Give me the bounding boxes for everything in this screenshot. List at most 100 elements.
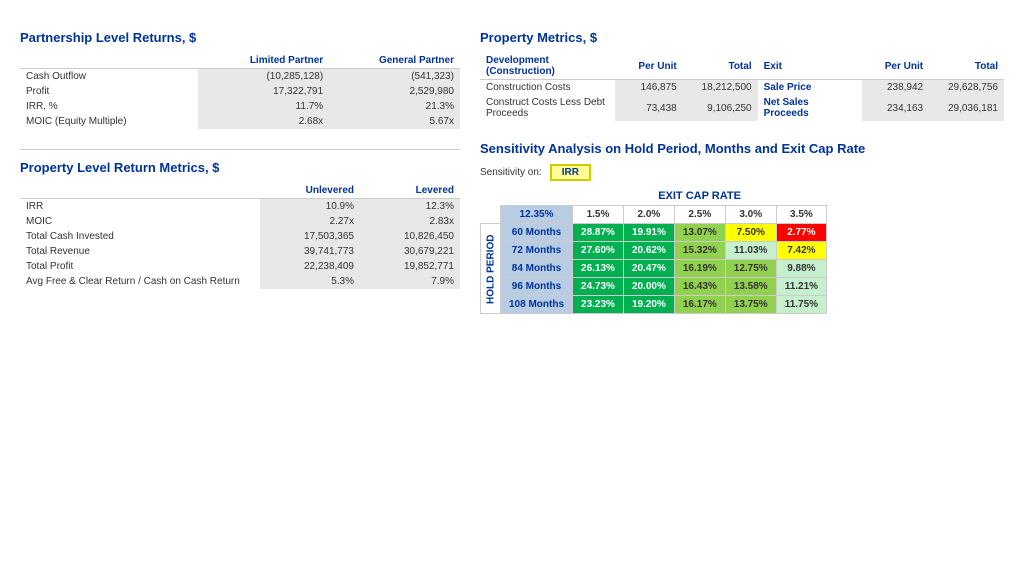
sensitivity-section: Sensitivity Analysis on Hold Period, Mon…: [480, 141, 1004, 314]
cap-rate-header: 12.35%: [501, 206, 573, 224]
partnership-col2-header: General Partner: [329, 53, 460, 69]
partnership-col1-header: Limited Partner: [198, 53, 329, 69]
row-label: Cash Outflow: [20, 69, 198, 85]
table-row: Total Revenue 39,741,773 30,679,221: [20, 244, 460, 259]
sensitivity-wrapper: EXIT CAP RATE 12.35%1.5%2.0%2.5%3.0%3.5%…: [480, 187, 1004, 314]
sensitivity-value: 19.20%: [623, 296, 674, 314]
sensitivity-value: 20.62%: [623, 242, 674, 260]
row-label: Total Cash Invested: [20, 229, 260, 244]
row-val1: 17,503,365: [260, 229, 360, 244]
sensitivity-value: 7.42%: [776, 242, 826, 260]
sensitivity-value: 13.58%: [725, 278, 776, 296]
row-label: MOIC: [20, 214, 260, 229]
row-val2: (541,323): [329, 69, 460, 85]
dev-per-unit-header: Per Unit: [615, 53, 682, 80]
exit-per-unit-header: Per Unit: [862, 53, 929, 80]
row-val1: 2.68x: [198, 114, 329, 129]
dev-construction-header: Development (Construction): [480, 53, 615, 80]
cap-rate-header: 3.0%: [725, 206, 776, 224]
sensitivity-value: 27.60%: [573, 242, 624, 260]
sensitivity-value: 11.75%: [776, 296, 826, 314]
exit-header: Exit: [758, 53, 862, 80]
row-val1: 22,238,409: [260, 259, 360, 274]
sensitivity-value: 23.23%: [573, 296, 624, 314]
hold-period-label: HOLD PERIOD: [481, 224, 501, 314]
sensitivity-value: 13.07%: [674, 224, 725, 242]
sensitivity-data-row: 72 Months27.60%20.62%15.32%11.03%7.42%: [481, 242, 827, 260]
sensitivity-value: 15.32%: [674, 242, 725, 260]
dev-label: Construct Costs Less Debt Proceeds: [480, 95, 615, 121]
dev-val1: 146,875: [615, 80, 682, 96]
empty-cell: [481, 187, 573, 206]
row-val1: 11.7%: [198, 99, 329, 114]
sensitivity-value: 16.19%: [674, 260, 725, 278]
row-val1: 17,322,791: [198, 84, 329, 99]
row-label: Avg Free & Clear Return / Cash on Cash R…: [20, 274, 260, 289]
table-row: Total Cash Invested 17,503,365 10,826,45…: [20, 229, 460, 244]
metrics-title: Property Metrics, $: [480, 30, 1004, 45]
dev-val1: 73,438: [615, 95, 682, 121]
sensitivity-header-row-2: 12.35%1.5%2.0%2.5%3.0%3.5%: [481, 206, 827, 224]
row-label: Total Profit: [20, 259, 260, 274]
section-divider-1: [20, 149, 460, 150]
exit-cap-rate-label: EXIT CAP RATE: [573, 187, 827, 206]
sensitivity-on-row: Sensitivity on: IRR: [480, 164, 1004, 181]
exit-val1: 238,942: [862, 80, 929, 96]
period-cell: 72 Months: [501, 242, 573, 260]
exit-total-header: Total: [929, 53, 1004, 80]
row-val1: 10.9%: [260, 199, 360, 215]
row-val1: (10,285,128): [198, 69, 329, 85]
sensitivity-value: 7.50%: [725, 224, 776, 242]
dev-val2: 18,212,500: [683, 80, 758, 96]
table-row: Construction Costs 146,875 18,212,500 Sa…: [480, 80, 1004, 96]
sensitivity-on-label: Sensitivity on:: [480, 167, 542, 178]
row-label: Total Revenue: [20, 244, 260, 259]
row-val2: 5.67x: [329, 114, 460, 129]
dev-total-header: Total: [683, 53, 758, 80]
row-val2: 21.3%: [329, 99, 460, 114]
property-table: Unlevered Levered IRR 10.9% 12.3% MOIC 2…: [20, 183, 460, 289]
table-row: IRR 10.9% 12.3%: [20, 199, 460, 215]
sensitivity-data-row: 84 Months26.13%20.47%16.19%12.75%9.88%: [481, 260, 827, 278]
row-val1: 2.27x: [260, 214, 360, 229]
sensitivity-value: 11.21%: [776, 278, 826, 296]
row-val1: 5.3%: [260, 274, 360, 289]
period-cell: 60 Months: [501, 224, 573, 242]
table-row: Total Profit 22,238,409 19,852,771: [20, 259, 460, 274]
sensitivity-header-row-1: EXIT CAP RATE: [481, 187, 827, 206]
table-row: Cash Outflow (10,285,128) (541,323): [20, 69, 460, 85]
sensitivity-value: 16.43%: [674, 278, 725, 296]
row-val1: 39,741,773: [260, 244, 360, 259]
partnership-section: Partnership Level Returns, $ Limited Par…: [20, 30, 460, 129]
exit-val2: 29,628,756: [929, 80, 1004, 96]
sensitivity-title: Sensitivity Analysis on Hold Period, Mon…: [480, 141, 1004, 156]
row-label: IRR: [20, 199, 260, 215]
partnership-table: Limited Partner General Partner Cash Out…: [20, 53, 460, 129]
sensitivity-value: 20.47%: [623, 260, 674, 278]
cap-rate-header: 1.5%: [573, 206, 624, 224]
cap-rate-header: 2.0%: [623, 206, 674, 224]
property-col1-header: Unlevered: [260, 183, 360, 199]
table-row: Avg Free & Clear Return / Cash on Cash R…: [20, 274, 460, 289]
period-cell: 108 Months: [501, 296, 573, 314]
cap-rate-header: 3.5%: [776, 206, 826, 224]
sensitivity-value: 12.75%: [725, 260, 776, 278]
row-val2: 30,679,221: [360, 244, 460, 259]
property-section: Property Level Return Metrics, $ Unlever…: [20, 160, 460, 289]
exit-label: Sale Price: [758, 80, 862, 96]
sensitivity-data-row: 108 Months23.23%19.20%16.17%13.75%11.75%: [481, 296, 827, 314]
dev-label: Construction Costs: [480, 80, 615, 96]
sensitivity-table: EXIT CAP RATE 12.35%1.5%2.0%2.5%3.0%3.5%…: [480, 187, 827, 314]
row-val2: 12.3%: [360, 199, 460, 215]
exit-val1: 234,163: [862, 95, 929, 121]
sensitivity-value: 13.75%: [725, 296, 776, 314]
period-cell: 96 Months: [501, 278, 573, 296]
metrics-section: Property Metrics, $ Development (Constru…: [480, 30, 1004, 121]
dev-val2: 9,106,250: [683, 95, 758, 121]
sensitivity-data-row: 96 Months24.73%20.00%16.43%13.58%11.21%: [481, 278, 827, 296]
period-cell: 84 Months: [501, 260, 573, 278]
sensitivity-value: 2.77%: [776, 224, 826, 242]
metrics-table: Development (Construction) Per Unit Tota…: [480, 53, 1004, 121]
row-val2: 2.83x: [360, 214, 460, 229]
table-row: MOIC 2.27x 2.83x: [20, 214, 460, 229]
